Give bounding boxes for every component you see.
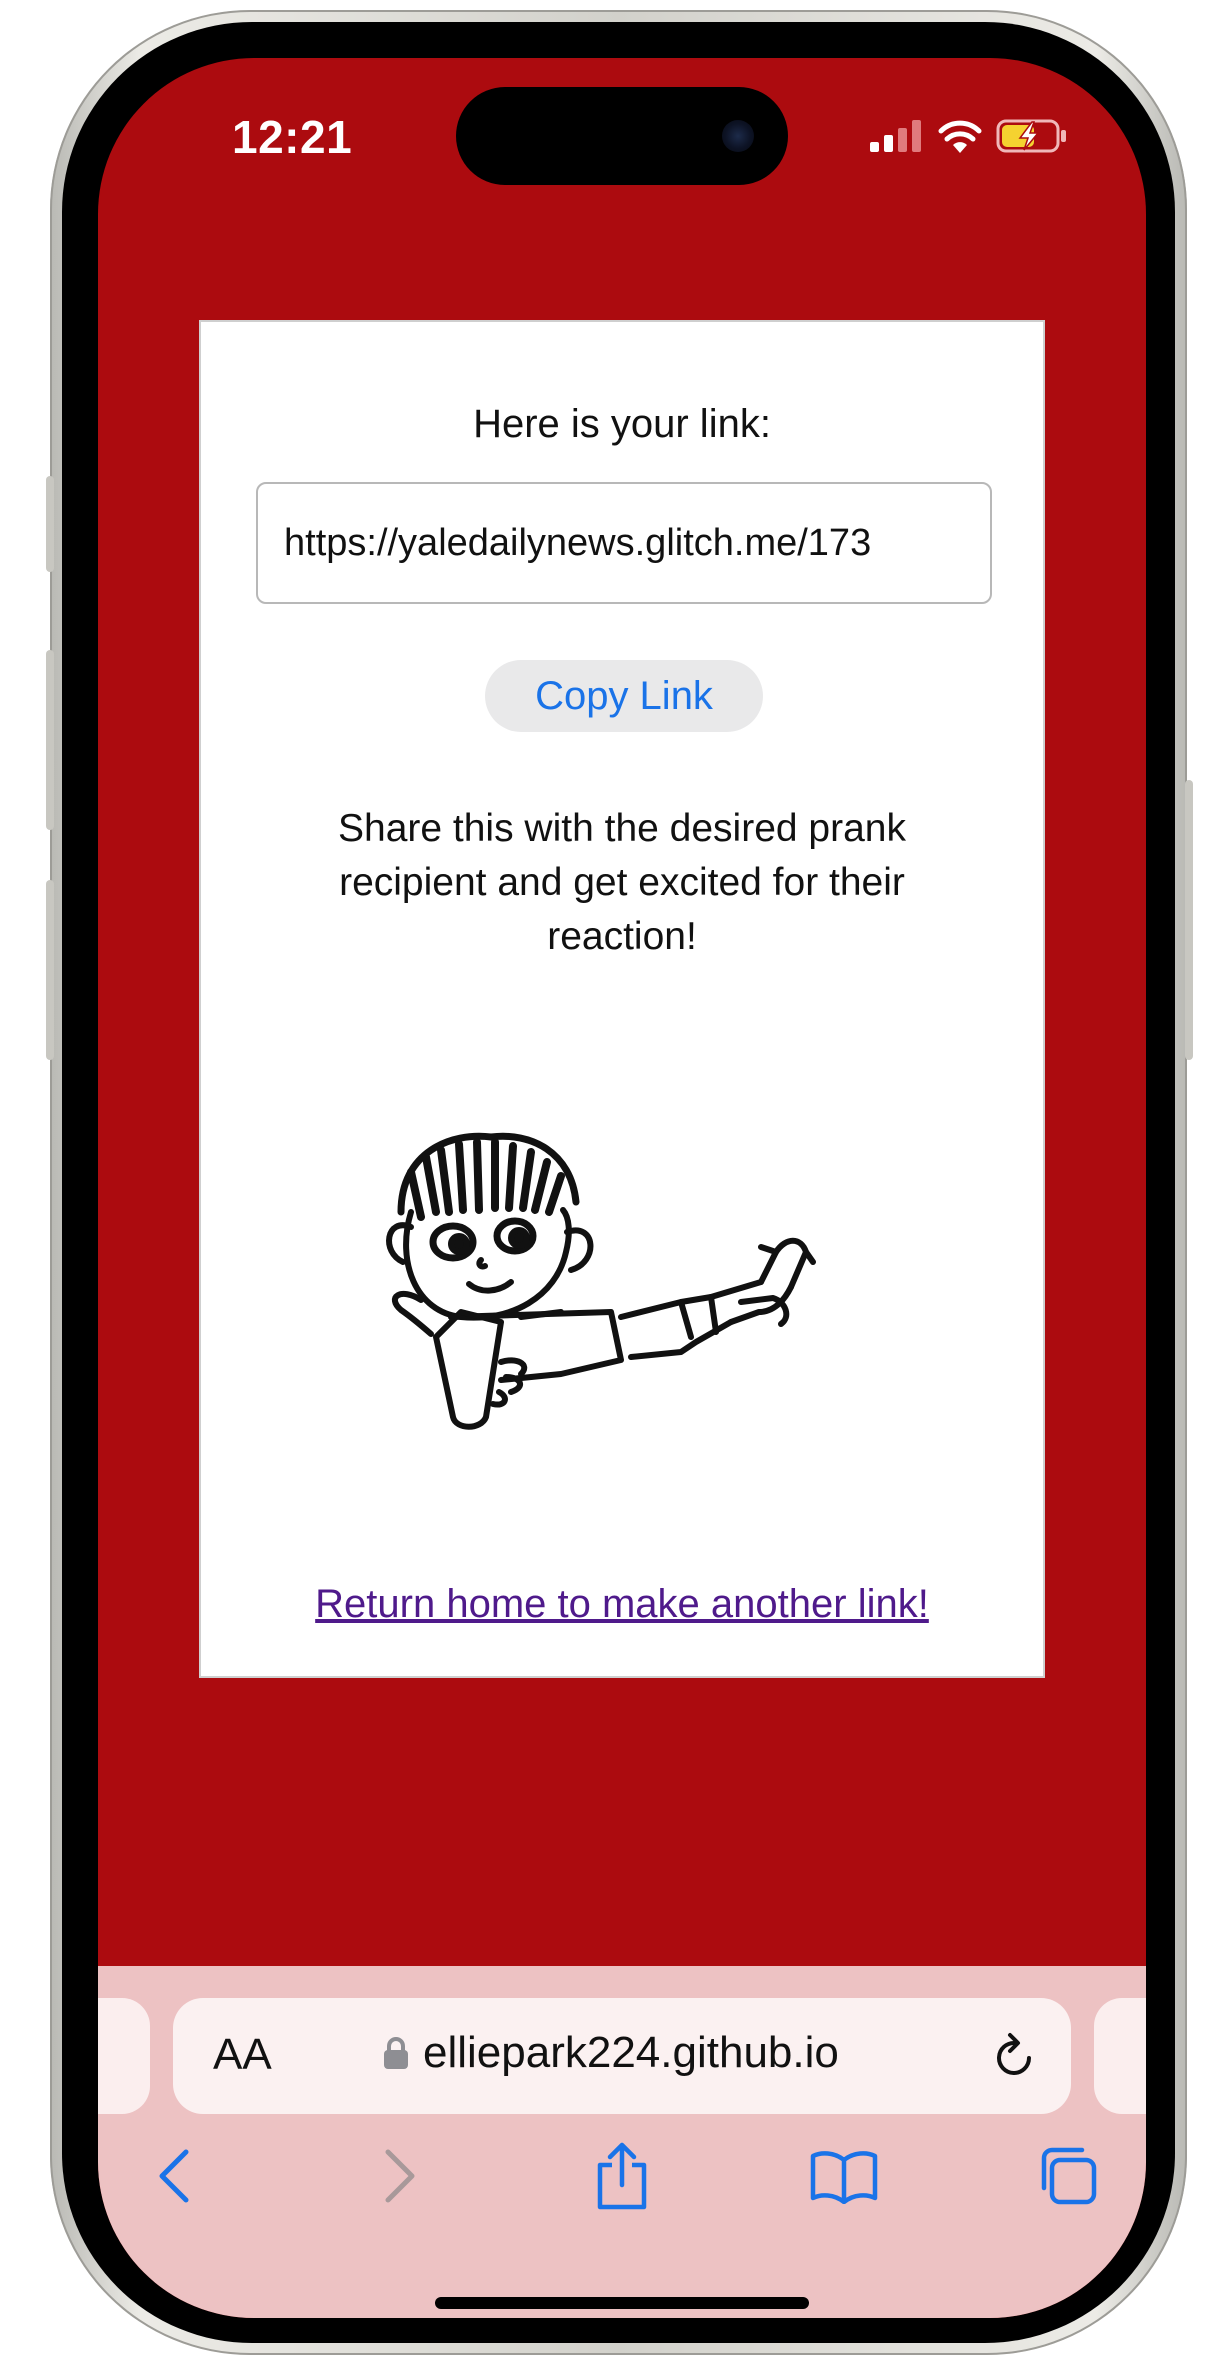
bookmarks-icon bbox=[810, 2151, 878, 2204]
power-button bbox=[1185, 780, 1193, 1060]
battery-charging-icon bbox=[996, 119, 1066, 153]
wifi-icon bbox=[938, 120, 982, 153]
return-home-link[interactable]: Return home to make another link! bbox=[201, 1582, 1043, 1627]
status-icons bbox=[870, 116, 1068, 156]
share-instructions: Share this with the desired prank recipi… bbox=[338, 807, 906, 958]
action-button bbox=[46, 476, 54, 572]
generated-link-field[interactable]: https://yaledailynews.glitch.me/173 bbox=[256, 482, 992, 604]
tabs-button[interactable] bbox=[1028, 2136, 1108, 2216]
link-card: Here is your link: https://yaledailynews… bbox=[199, 320, 1045, 1678]
tabs-icon bbox=[1041, 2147, 1097, 2205]
forward-icon bbox=[385, 2149, 415, 2203]
url-text: elliepark224.github.io bbox=[423, 2028, 839, 2077]
share-icon bbox=[597, 2142, 647, 2210]
browser-toolbar: AA elliepark224.github.io bbox=[98, 1966, 1146, 2318]
dynamic-island bbox=[456, 87, 788, 185]
lock-icon bbox=[384, 2037, 408, 2069]
cellular-signal-icon bbox=[870, 120, 921, 152]
doodle-illustration bbox=[386, 1132, 816, 1430]
back-button[interactable] bbox=[134, 2136, 214, 2216]
front-camera-icon bbox=[722, 120, 754, 152]
bookmarks-button[interactable] bbox=[804, 2136, 884, 2216]
navigation-bar bbox=[98, 2136, 1146, 2226]
volume-down-button bbox=[46, 880, 54, 1060]
back-icon bbox=[159, 2149, 189, 2203]
link-heading: Here is your link: bbox=[473, 402, 771, 446]
next-tab-preview[interactable] bbox=[1094, 1998, 1146, 2114]
share-button[interactable] bbox=[582, 2136, 662, 2216]
previous-tab-preview[interactable] bbox=[98, 1998, 150, 2114]
url-display[interactable]: elliepark224.github.io bbox=[383, 2028, 839, 2078]
address-bar[interactable]: AA elliepark224.github.io bbox=[173, 1998, 1071, 2114]
status-time: 12:21 bbox=[232, 111, 353, 163]
volume-up-button bbox=[46, 650, 54, 830]
text-size-button[interactable]: AA bbox=[213, 2030, 272, 2080]
reload-icon[interactable] bbox=[993, 2032, 1037, 2080]
phone-screen: 12:21 Here is your link: https://yaledai… bbox=[98, 58, 1146, 2318]
copy-link-button[interactable]: Copy Link bbox=[485, 660, 763, 732]
forward-button[interactable] bbox=[360, 2136, 440, 2216]
home-indicator[interactable] bbox=[435, 2297, 809, 2309]
